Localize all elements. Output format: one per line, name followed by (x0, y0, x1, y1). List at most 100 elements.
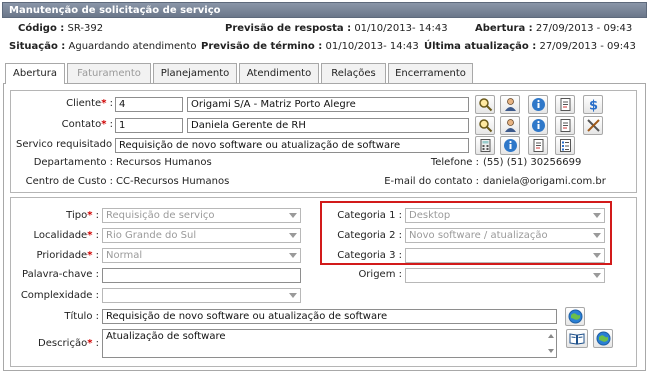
scroll-up-icon[interactable] (548, 334, 554, 338)
tipo-select[interactable]: Requisição de serviço (102, 208, 301, 223)
abertura-row: Abertura : 27/09/2013 - 09:43 (475, 23, 632, 34)
abertura-label: Abertura : (475, 23, 533, 34)
prioridade-label: Prioridade* : (36, 250, 99, 261)
tipo-label: Tipo* : (66, 210, 99, 221)
email-value: daniela@origami.com.br (483, 176, 606, 187)
required-marker: * (87, 230, 93, 241)
previsao-termino-row: Previsão de término : 01/10/2013- 14:43 (201, 41, 419, 52)
titulo-label: Título : (64, 311, 99, 322)
info-contato-button[interactable] (528, 116, 548, 135)
globe-descricao-button[interactable] (593, 329, 613, 348)
prioridade-select-value: Normal (106, 250, 143, 261)
contato-label-text: Contato (61, 119, 102, 130)
person-icon (505, 119, 516, 132)
money-cliente-button[interactable]: $ (583, 95, 603, 114)
book-icon (569, 333, 585, 345)
localidade-select[interactable]: Rio Grande do Sul (102, 228, 301, 243)
person-icon (505, 98, 516, 111)
descricao-textarea[interactable]: Atualização de software (102, 329, 557, 358)
document-icon (560, 98, 571, 111)
ultima-atualizacao-value: 27/09/2013 - 09:43 (539, 41, 636, 52)
info-icon (532, 119, 545, 132)
tab-abertura[interactable]: Abertura (5, 63, 65, 84)
search-icon (479, 98, 493, 112)
situacao-value: Aguardando atendimento (68, 41, 197, 52)
svg-text:$: $ (589, 99, 598, 113)
previsao-termino-label: Previsão de término : (201, 41, 323, 52)
search-icon (479, 119, 493, 133)
money-icon: $ (589, 99, 598, 113)
departamento-label: Departamento : (33, 157, 113, 168)
prioridade-select[interactable]: Normal (102, 248, 301, 263)
complexidade-label: Complexidade : (20, 290, 99, 301)
chevron-down-icon (289, 253, 297, 258)
complexidade-select[interactable] (102, 288, 301, 303)
origem-select[interactable] (405, 268, 605, 283)
tab-relacoes[interactable]: Relações (321, 63, 386, 83)
search-cliente-button[interactable] (475, 95, 495, 114)
info-servico-button[interactable] (500, 136, 520, 155)
tab-atendimento[interactable]: Atendimento (239, 63, 319, 83)
chevron-down-icon (593, 273, 601, 278)
person-contato-button[interactable] (500, 116, 520, 135)
list-servico-button[interactable] (555, 136, 575, 155)
book-descricao-button[interactable] (566, 329, 588, 348)
info-icon (532, 98, 545, 111)
person-cliente-button[interactable] (500, 95, 520, 114)
tab-planejamento[interactable]: Planejamento (153, 63, 237, 83)
document-icon (533, 139, 544, 152)
servico-input[interactable]: Requisição de novo software ou atualizaç… (115, 138, 469, 153)
cliente-name-input[interactable]: Origami S/A - Matriz Porto Alegre (187, 97, 469, 112)
palavra-chave-input[interactable] (102, 268, 301, 283)
abertura-value: 27/09/2013 - 09:43 (535, 23, 633, 34)
centro-custo-value: CC-Recursos Humanos (116, 176, 230, 187)
required-marker: * (87, 338, 93, 349)
cliente-label-text: Cliente (66, 98, 102, 109)
tipo-select-value: Requisição de serviço (106, 210, 215, 221)
centro-custo-label: Centro de Custo : (25, 176, 113, 187)
telefone-label: Telefone : (430, 157, 479, 168)
required-marker: * (87, 210, 93, 221)
required-marker: * (101, 98, 107, 109)
tools-contato-button[interactable] (583, 116, 603, 135)
cliente-code-input[interactable]: 4 (115, 97, 183, 112)
palavra-chave-label: Palavra-chave : (22, 269, 99, 280)
codigo-label: Código : (18, 23, 65, 34)
window-title: Manutenção de solicitação de serviço (2, 2, 647, 18)
previsao-resposta-value: 01/10/2013- 14:43 (354, 23, 448, 34)
tab-faturamento[interactable]: Faturamento (67, 63, 151, 83)
document-cliente-button[interactable] (555, 95, 575, 114)
contato-name-input[interactable]: Daniela Gerente de RH (187, 118, 469, 133)
calculator-icon (480, 139, 491, 152)
scroll-down-icon[interactable] (548, 349, 554, 353)
descricao-label: Descrição* : (38, 338, 99, 349)
cliente-label: Cliente* : (66, 98, 113, 109)
titulo-input[interactable]: Requisição de novo software ou atualizaç… (102, 309, 557, 324)
contato-code-input[interactable]: 1 (115, 118, 183, 133)
codigo-row: Código : SR-392 (18, 23, 103, 34)
email-label: E-mail do contato : (384, 176, 479, 187)
ultima-atualizacao-label: Última atualização : (424, 41, 537, 52)
localidade-label: Localidade* : (33, 230, 99, 241)
localidade-select-value: Rio Grande do Sul (106, 230, 197, 241)
codigo-value: SR-392 (67, 23, 104, 34)
descricao-text: Atualização de software (106, 331, 226, 342)
categoria-highlight (320, 201, 612, 265)
document-servico-button[interactable] (528, 136, 548, 155)
document-icon (560, 119, 571, 132)
document-contato-button[interactable] (555, 116, 575, 135)
telefone-value: (55) (51) 30256699 (483, 157, 582, 168)
globe-icon (568, 309, 583, 324)
search-contato-button[interactable] (475, 116, 495, 135)
departamento-value: Recursos Humanos (116, 157, 212, 168)
previsao-termino-value: 01/10/2013- 14:43 (325, 41, 419, 52)
tab-encerramento[interactable]: Encerramento (388, 63, 473, 83)
prioridade-label-text: Prioridade (36, 250, 88, 261)
localidade-label-text: Localidade (33, 230, 88, 241)
situacao-row: Situação : Aguardando atendimento (9, 41, 196, 52)
info-cliente-button[interactable] (528, 95, 548, 114)
calculator-servico-button[interactable] (475, 136, 495, 155)
globe-titulo-button[interactable] (565, 307, 585, 326)
descricao-label-text: Descrição (38, 338, 88, 349)
tools-icon (587, 119, 600, 132)
